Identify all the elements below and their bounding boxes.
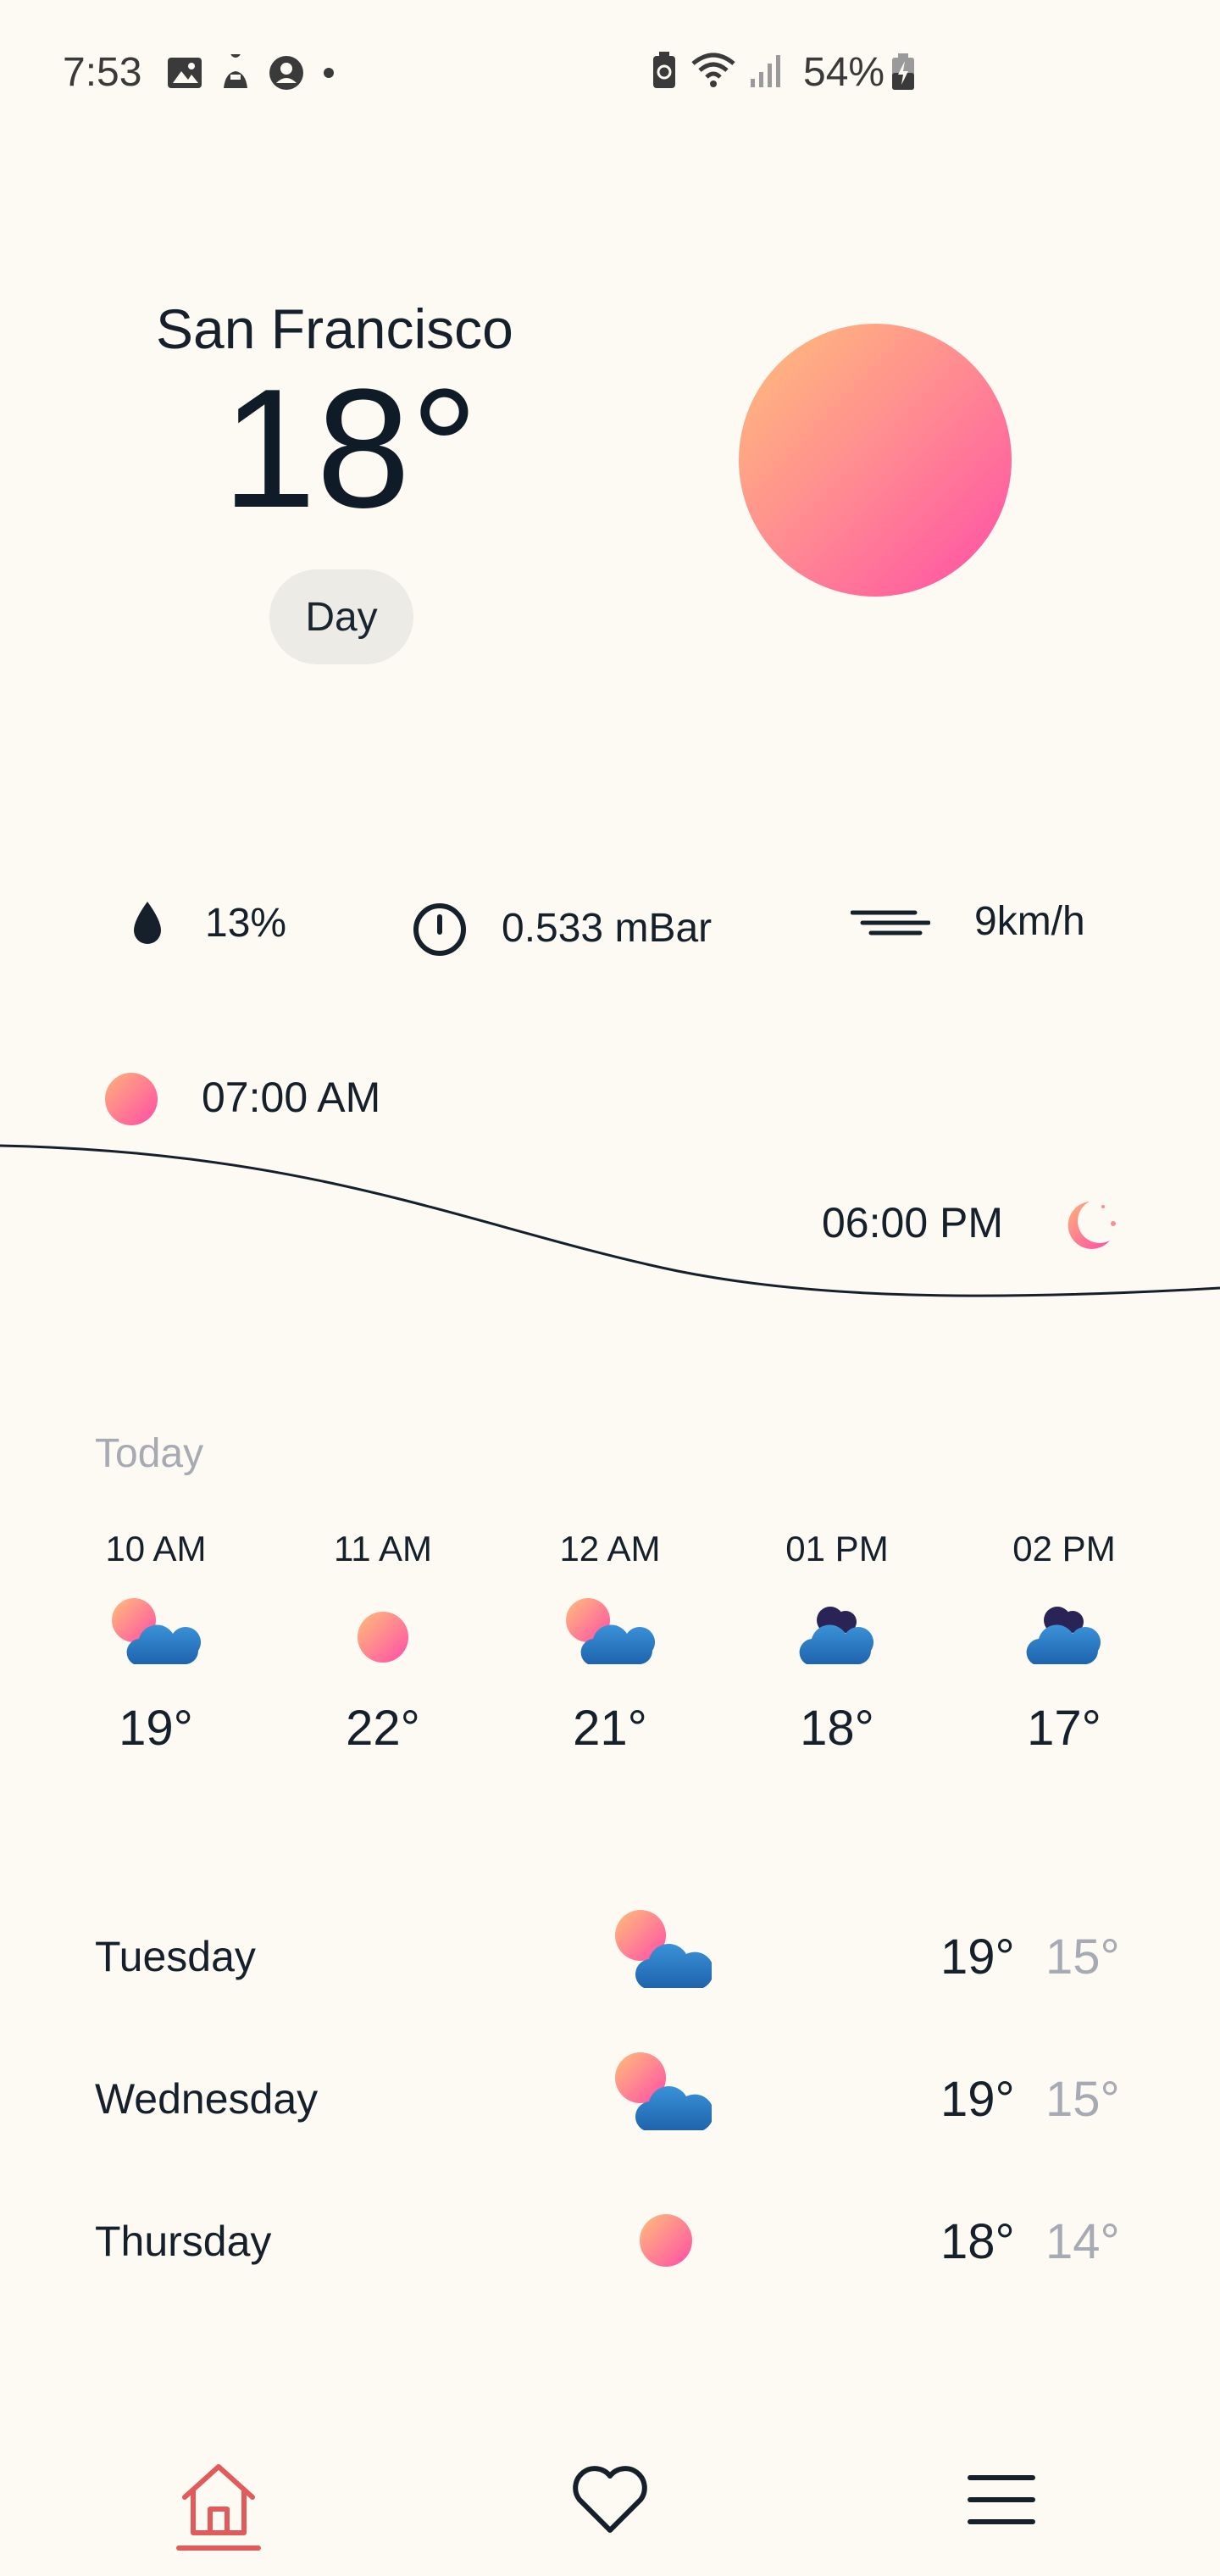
water-drop-icon bbox=[134, 902, 161, 944]
hour-temp: 17° bbox=[1027, 1701, 1101, 1756]
gauge-icon bbox=[413, 903, 466, 956]
sun-cloud-icon bbox=[559, 1595, 661, 1671]
sun-cloud-icon bbox=[105, 1595, 207, 1671]
nav-favorites-button[interactable] bbox=[551, 2440, 669, 2559]
forecast-low: 14° bbox=[1045, 2214, 1120, 2269]
heart-icon bbox=[573, 2466, 647, 2533]
nav-menu-button[interactable] bbox=[942, 2440, 1061, 2559]
wind-icon bbox=[851, 910, 930, 935]
humidity-stat: 13% bbox=[125, 898, 286, 947]
hour-time: 01 PM bbox=[785, 1529, 889, 1568]
forecast-high: 18° bbox=[940, 2214, 1015, 2269]
hour-time: 12 AM bbox=[559, 1529, 661, 1568]
pressure-value: 0.533 mBar bbox=[502, 905, 713, 951]
humidity-value: 13% bbox=[205, 900, 287, 946]
battery-saver-icon bbox=[653, 52, 675, 88]
gallery-icon bbox=[168, 58, 202, 88]
forecast-high: 19° bbox=[940, 2072, 1015, 2127]
forecast-row-wednesday[interactable]: Wednesday 19° 15° bbox=[0, 2049, 1220, 2151]
signal-icon bbox=[751, 55, 780, 87]
hour-temp: 19° bbox=[119, 1701, 193, 1756]
hour-forecast-1: 10 AM 19° bbox=[88, 1529, 224, 1757]
sun-path-curve bbox=[0, 1144, 1220, 1297]
forecast-low: 15° bbox=[1045, 1929, 1120, 1985]
cloud-icon bbox=[1013, 1595, 1115, 1671]
hour-temp: 21° bbox=[573, 1701, 647, 1756]
hour-forecast-4: 01 PM 18° bbox=[769, 1529, 905, 1757]
hour-forecast-5: 02 PM 17° bbox=[996, 1529, 1132, 1757]
battery-icon bbox=[892, 53, 914, 90]
dot-icon bbox=[324, 68, 334, 78]
sunset-time: 06:00 PM bbox=[822, 1199, 1004, 1246]
hour-time: 02 PM bbox=[1012, 1529, 1116, 1568]
home-icon bbox=[182, 2464, 255, 2535]
account-icon bbox=[269, 56, 303, 90]
hour-temp: 18° bbox=[800, 1701, 874, 1756]
sun-icon bbox=[610, 2191, 712, 2285]
sunrise-time: 07:00 AM bbox=[202, 1074, 381, 1121]
wind-value: 9km/h bbox=[974, 899, 1085, 944]
sunrise-icon bbox=[105, 1073, 158, 1125]
status-time: 7:53 bbox=[63, 50, 142, 95]
forecast-day: Thursday bbox=[95, 2218, 272, 2265]
forecast-row-tuesday[interactable]: Tuesday 19° 15° bbox=[0, 1907, 1220, 2008]
forecast-high: 19° bbox=[940, 1929, 1015, 1985]
sun-icon bbox=[332, 1595, 434, 1671]
sun-cloud-icon bbox=[610, 1907, 714, 2000]
nav-home-button[interactable] bbox=[159, 2440, 278, 2559]
city-name: San Francisco bbox=[156, 297, 513, 360]
sun-cloud-icon bbox=[610, 2049, 714, 2142]
today-label: Today bbox=[95, 1431, 204, 1476]
forecast-row-thursday[interactable]: Thursday 18° 14° bbox=[0, 2191, 1220, 2293]
status-bar: 7:53 54% bbox=[0, 0, 1220, 144]
moon-icon bbox=[1068, 1202, 1116, 1249]
forecast-low: 15° bbox=[1045, 2072, 1120, 2127]
forecast-day: Wednesday bbox=[95, 2075, 319, 2123]
pressure-stat: 0.533 mBar bbox=[410, 898, 712, 958]
sun-icon bbox=[739, 324, 1012, 597]
current-temperature: 18° bbox=[222, 354, 479, 543]
cloud-icon bbox=[786, 1595, 888, 1671]
hour-temp: 22° bbox=[346, 1701, 420, 1756]
hour-forecast-3: 12 AM 21° bbox=[542, 1529, 678, 1757]
wifi-icon bbox=[691, 53, 735, 87]
hour-time: 10 AM bbox=[105, 1529, 207, 1568]
status-icons-right bbox=[651, 51, 783, 90]
hour-time: 11 AM bbox=[334, 1529, 432, 1568]
nav-active-indicator bbox=[176, 2545, 261, 2551]
day-period-chip[interactable]: Day bbox=[269, 569, 413, 664]
menu-icon bbox=[968, 2475, 1035, 2524]
wind-stat: 9km/h bbox=[851, 898, 1085, 945]
battery-percent: 54% bbox=[803, 50, 885, 95]
status-icons-left bbox=[166, 54, 337, 92]
hand-icon bbox=[224, 54, 247, 88]
forecast-day: Tuesday bbox=[95, 1933, 256, 1980]
hour-forecast-2: 11 AM 22° bbox=[315, 1529, 451, 1757]
